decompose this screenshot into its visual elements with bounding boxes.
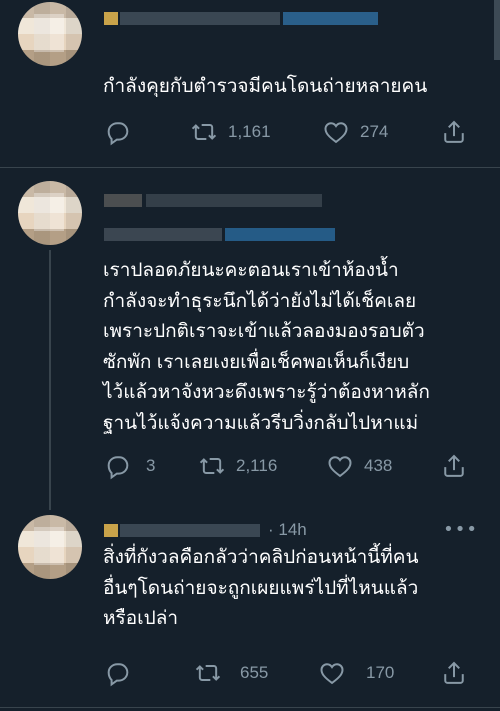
retweet-icon [199,458,225,474]
share-icon [444,454,464,477]
like-button[interactable]: 274 [322,118,388,146]
tweet-text: สิ่งที่กังวลคือกลัวว่าคลิปก่อนหน้านี้ที่… [103,547,419,629]
like-count: 170 [366,663,395,682]
scrollbar[interactable] [494,0,500,60]
share-button[interactable] [440,118,468,146]
reply-icon [107,663,129,687]
retweet-count: 1,161 [228,122,271,141]
retweet-button[interactable]: 655 [194,659,268,687]
tweet-text: กำลังคุยกับตำรวจมีคนโดนถ่ายหลายคน [103,76,428,97]
share-icon [444,120,464,143]
retweet-icon [195,665,221,681]
reply-icon [107,122,129,146]
like-button[interactable]: 438 [326,452,392,480]
avatar[interactable] [18,181,82,245]
share-icon [444,661,464,684]
retweet-count: 655 [240,663,269,682]
share-button[interactable] [440,452,468,480]
reply-button[interactable] [104,659,142,687]
thread-line [49,250,51,510]
reply-icon [107,456,129,480]
tweet-text: เราปลอดภัยนะคะตอนเราเข้าห้องน้ำ กำลังจะท… [103,260,430,434]
avatar[interactable] [18,515,82,579]
reply-count: 3 [146,456,156,475]
retweet-icon [191,124,217,140]
heart-icon [328,456,352,478]
avatar[interactable] [18,2,82,66]
retweet-button[interactable]: 2,116 [198,452,277,480]
like-count: 274 [360,122,389,141]
retweet-count: 2,116 [236,456,278,475]
share-button[interactable] [440,659,468,687]
more-options-button[interactable]: ••• [443,519,478,540]
heart-icon [324,122,348,144]
reply-button[interactable]: 3 [104,452,155,480]
like-count: 438 [364,456,393,475]
divider [0,167,500,168]
reply-button[interactable] [104,118,142,146]
retweet-button[interactable]: 1,161 [190,118,271,146]
more-icon: ••• [443,519,478,540]
timestamp[interactable]: · 14h [268,520,307,540]
heart-icon [320,663,344,685]
divider [0,707,500,708]
like-button[interactable]: 170 [318,659,394,687]
